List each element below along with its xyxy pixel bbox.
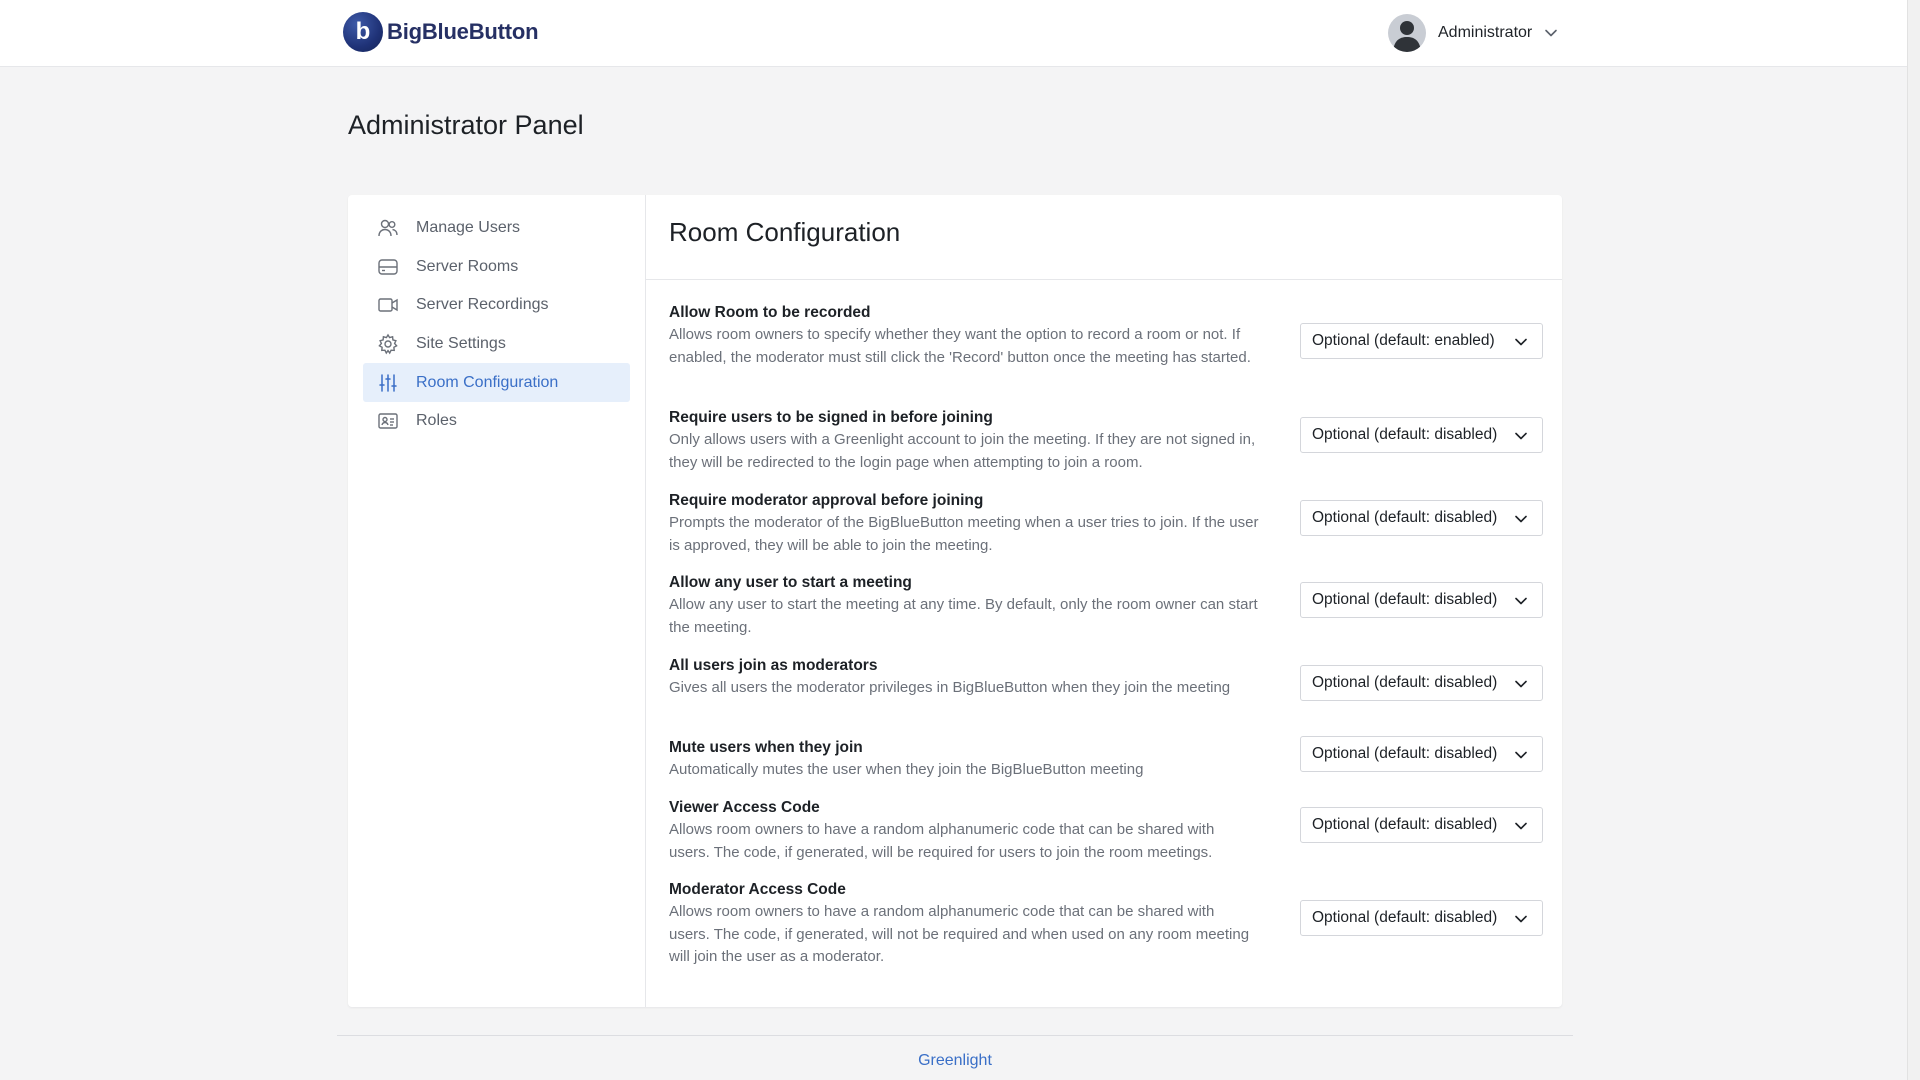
setting-select-value: Optional (default: disabled) — [1312, 745, 1498, 762]
setting-row: All users join as moderators Gives all u… — [669, 655, 1543, 701]
sidebar-item-label: Room Configuration — [416, 373, 559, 391]
content-header: Room Configuration — [646, 195, 1562, 280]
brand-logo[interactable]: b BigBlueButton — [343, 12, 539, 52]
chevron-down-icon — [1514, 594, 1528, 608]
chevron-down-icon — [1514, 335, 1528, 349]
setting-select-value: Optional (default: disabled) — [1312, 816, 1498, 833]
setting-row: Require moderator approval before joinin… — [669, 490, 1543, 557]
sidebar-item-label: Roles — [416, 411, 457, 429]
setting-row: Mute users when they join Automatically … — [669, 736, 1543, 782]
setting-select[interactable]: Optional (default: disabled) — [1300, 736, 1543, 772]
setting-description: Allows room owners to have a random alph… — [669, 903, 1250, 965]
chevron-down-icon — [1514, 819, 1528, 833]
setting-select[interactable]: Optional (default: disabled) — [1300, 417, 1543, 453]
admin-panel-card: Manage Users Server Rooms Server Recordi… — [348, 195, 1562, 1007]
sidebar-item-server-rooms[interactable]: Server Rooms — [363, 247, 630, 286]
sidebar-item-label: Site Settings — [416, 334, 506, 352]
setting-select-value: Optional (default: disabled) — [1312, 674, 1498, 691]
setting-description: Only allows users with a Greenlight acco… — [669, 431, 1256, 471]
setting-row: Allow any user to start a meeting Allow … — [669, 572, 1543, 639]
users-icon — [377, 217, 399, 239]
room-configuration-content: Room Configuration Allow Room to be reco… — [646, 195, 1562, 1007]
setting-title: Allow Room to be recorded — [669, 304, 871, 321]
chevron-down-icon — [1514, 512, 1528, 526]
setting-select-value: Optional (default: disabled) — [1312, 426, 1498, 443]
sidebar-item-manage-users[interactable]: Manage Users — [363, 208, 630, 247]
setting-title: Moderator Access Code — [669, 881, 846, 898]
top-navbar: b BigBlueButton Administrator — [0, 0, 1908, 67]
admin-sidebar: Manage Users Server Rooms Server Recordi… — [348, 195, 646, 1007]
setting-select-value: Optional (default: disabled) — [1312, 591, 1498, 608]
setting-select[interactable]: Optional (default: enabled) — [1300, 323, 1543, 359]
setting-select-value: Optional (default: disabled) — [1312, 509, 1498, 526]
setting-description: Gives all users the moderator privileges… — [669, 679, 1231, 696]
content-title: Room Configuration — [669, 217, 901, 247]
setting-description: Allows room owners to specify whether th… — [669, 326, 1251, 366]
gear-icon — [377, 333, 399, 355]
chevron-down-icon — [1514, 677, 1528, 691]
setting-description: Allow any user to start the meeting at a… — [669, 596, 1258, 636]
setting-select-value: Optional (default: enabled) — [1312, 332, 1495, 349]
logo-mark-letter: b — [355, 18, 371, 45]
chevron-down-icon — [1514, 748, 1528, 762]
footer-divider — [337, 1035, 1573, 1036]
chevron-down-icon — [1514, 429, 1528, 443]
footer-greenlight-link[interactable]: Greenlight — [0, 1052, 1910, 1070]
sidebar-item-room-configuration[interactable]: Room Configuration — [363, 363, 630, 402]
chevron-down-icon — [1544, 26, 1558, 40]
sliders-icon — [377, 372, 399, 394]
user-avatar-icon — [1393, 21, 1421, 52]
video-icon — [377, 294, 399, 316]
setting-select[interactable]: Optional (default: disabled) — [1300, 900, 1543, 936]
page-scrollbar[interactable] — [1907, 0, 1920, 1080]
sidebar-item-server-recordings[interactable]: Server Recordings — [363, 285, 630, 324]
setting-select[interactable]: Optional (default: disabled) — [1300, 500, 1543, 536]
setting-description: Allows room owners to have a random alph… — [669, 821, 1215, 861]
sidebar-item-label: Server Rooms — [416, 257, 519, 275]
logo-icon: b — [343, 12, 383, 52]
user-menu-button[interactable]: Administrator — [1388, 14, 1558, 52]
page-title: Administrator Panel — [348, 110, 584, 140]
server-icon — [377, 256, 399, 278]
sidebar-item-label: Manage Users — [416, 218, 521, 236]
setting-select-value: Optional (default: disabled) — [1312, 909, 1498, 926]
sidebar-item-site-settings[interactable]: Site Settings — [363, 324, 630, 363]
setting-row: Viewer Access Code Allows room owners to… — [669, 797, 1543, 864]
setting-select[interactable]: Optional (default: disabled) — [1300, 665, 1543, 701]
setting-select[interactable]: Optional (default: disabled) — [1300, 807, 1543, 843]
setting-row: Allow Room to be recorded Allows room ow… — [669, 302, 1543, 369]
sidebar-item-label: Server Recordings — [416, 295, 549, 313]
user-name: Administrator — [1438, 24, 1533, 41]
setting-row: Require users to be signed in before joi… — [669, 407, 1543, 474]
brand-name: BigBlueButton — [387, 19, 539, 44]
setting-select[interactable]: Optional (default: disabled) — [1300, 582, 1543, 618]
id-card-icon — [377, 410, 399, 432]
chevron-down-icon — [1514, 912, 1528, 926]
setting-row: Moderator Access Code Allows room owners… — [669, 879, 1543, 969]
sidebar-item-roles[interactable]: Roles — [363, 401, 630, 440]
avatar — [1388, 14, 1426, 52]
setting-description: Automatically mutes the user when they j… — [669, 761, 1144, 778]
setting-description: Prompts the moderator of the BigBlueButt… — [669, 514, 1259, 554]
